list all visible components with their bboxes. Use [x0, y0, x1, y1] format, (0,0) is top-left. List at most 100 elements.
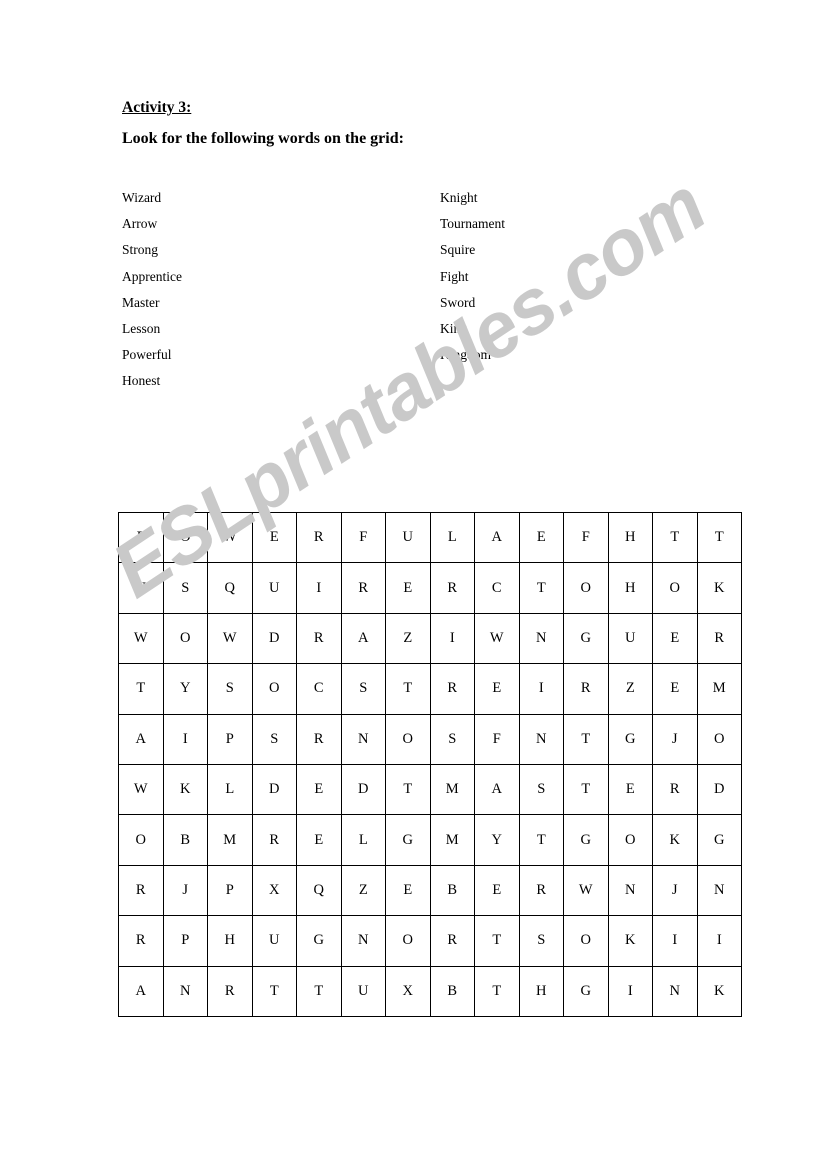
grid-cell[interactable]: X [251, 864, 297, 917]
grid-cell[interactable]: L [340, 814, 386, 866]
grid-cell[interactable]: R [429, 562, 475, 614]
grid-cell[interactable]: I [429, 612, 475, 665]
grid-cell[interactable]: E [652, 663, 698, 715]
grid-cell[interactable]: Y [474, 814, 520, 866]
grid-cell[interactable]: O [563, 562, 609, 614]
grid-cell[interactable]: D [251, 612, 297, 665]
grid-cell[interactable]: D [251, 763, 297, 816]
grid-cell[interactable]: O [607, 814, 653, 866]
grid-cell[interactable]: P [162, 915, 208, 967]
grid-cell[interactable]: K [652, 814, 698, 866]
grid-cell[interactable]: R [696, 612, 742, 665]
grid-cell[interactable]: R [296, 713, 342, 765]
grid-cell[interactable]: U [251, 562, 297, 614]
grid-cell[interactable]: Q [207, 562, 253, 614]
grid-cell[interactable]: G [607, 713, 653, 765]
grid-cell[interactable]: A [340, 612, 386, 665]
grid-cell[interactable]: W [118, 612, 164, 665]
grid-cell[interactable]: E [385, 864, 431, 917]
grid-cell[interactable]: W [563, 864, 609, 917]
grid-cell[interactable]: B [429, 965, 475, 1017]
grid-cell[interactable]: P [207, 864, 253, 917]
grid-cell[interactable]: R [429, 915, 475, 967]
grid-cell[interactable]: S [518, 915, 564, 967]
grid-cell[interactable]: R [340, 562, 386, 614]
grid-cell[interactable]: U [340, 965, 386, 1017]
grid-cell[interactable]: M [207, 814, 253, 866]
grid-cell[interactable]: G [563, 612, 609, 665]
grid-cell[interactable]: J [162, 864, 208, 917]
grid-cell[interactable]: N [340, 915, 386, 967]
grid-cell[interactable]: S [429, 713, 475, 765]
grid-cell[interactable]: O [652, 562, 698, 614]
grid-cell[interactable]: T [518, 814, 564, 866]
grid-cell[interactable]: G [563, 965, 609, 1017]
grid-cell[interactable]: A [474, 763, 520, 816]
grid-cell[interactable]: T [385, 763, 431, 816]
grid-cell[interactable]: B [162, 814, 208, 866]
grid-cell[interactable]: R [429, 663, 475, 715]
grid-cell[interactable]: K [696, 562, 742, 614]
grid-cell[interactable]: T [296, 965, 342, 1017]
grid-cell[interactable]: N [518, 612, 564, 665]
grid-cell[interactable]: R [296, 511, 342, 564]
grid-cell[interactable]: S [518, 763, 564, 816]
grid-cell[interactable]: L [207, 763, 253, 816]
grid-cell[interactable]: R [296, 612, 342, 665]
grid-cell[interactable]: O [563, 915, 609, 967]
grid-cell[interactable]: T [474, 965, 520, 1017]
grid-cell[interactable]: T [652, 511, 698, 564]
grid-cell[interactable]: T [696, 511, 742, 564]
grid-cell[interactable]: O [696, 713, 742, 765]
grid-cell[interactable]: Z [607, 663, 653, 715]
grid-cell[interactable]: B [429, 864, 475, 917]
grid-cell[interactable]: I [607, 965, 653, 1017]
grid-cell[interactable]: T [474, 915, 520, 967]
grid-cell[interactable]: W [207, 511, 253, 564]
grid-cell[interactable]: E [474, 663, 520, 715]
grid-cell[interactable]: E [518, 511, 564, 564]
grid-cell[interactable]: E [251, 511, 297, 564]
grid-cell[interactable]: E [385, 562, 431, 614]
grid-cell[interactable]: G [563, 814, 609, 866]
grid-cell[interactable]: U [251, 915, 297, 967]
grid-cell[interactable]: N [340, 713, 386, 765]
grid-cell[interactable]: S [162, 562, 208, 614]
grid-cell[interactable]: F [474, 713, 520, 765]
grid-cell[interactable]: O [162, 511, 208, 564]
grid-cell[interactable]: M [429, 763, 475, 816]
grid-cell[interactable]: H [518, 965, 564, 1017]
grid-cell[interactable]: A [474, 511, 520, 564]
grid-cell[interactable]: R [118, 864, 164, 917]
grid-cell[interactable]: J [652, 864, 698, 917]
grid-cell[interactable]: I [296, 562, 342, 614]
grid-cell[interactable]: T [563, 763, 609, 816]
grid-cell[interactable]: I [518, 663, 564, 715]
grid-cell[interactable]: X [385, 965, 431, 1017]
grid-cell[interactable]: F [563, 511, 609, 564]
grid-cell[interactable]: N [518, 713, 564, 765]
grid-cell[interactable]: E [607, 763, 653, 816]
grid-cell[interactable]: I [652, 915, 698, 967]
grid-cell[interactable]: S [207, 663, 253, 715]
grid-cell[interactable]: M [429, 814, 475, 866]
grid-cell[interactable]: Z [340, 864, 386, 917]
grid-cell[interactable]: U [385, 511, 431, 564]
grid-cell[interactable]: D [696, 763, 742, 816]
grid-cell[interactable]: E [296, 763, 342, 816]
grid-cell[interactable]: G [385, 814, 431, 866]
grid-cell[interactable]: E [296, 814, 342, 866]
grid-cell[interactable]: N [652, 965, 698, 1017]
grid-cell[interactable]: S [251, 713, 297, 765]
grid-cell[interactable]: O [385, 713, 431, 765]
grid-cell[interactable]: I [696, 915, 742, 967]
grid-cell[interactable]: T [251, 965, 297, 1017]
grid-cell[interactable]: S [340, 663, 386, 715]
grid-cell[interactable]: P [118, 511, 164, 564]
grid-cell[interactable]: H [607, 511, 653, 564]
grid-cell[interactable]: J [652, 713, 698, 765]
grid-cell[interactable]: Z [385, 612, 431, 665]
grid-cell[interactable]: A [118, 713, 164, 765]
grid-cell[interactable]: Y [162, 663, 208, 715]
grid-cell[interactable]: M [696, 663, 742, 715]
